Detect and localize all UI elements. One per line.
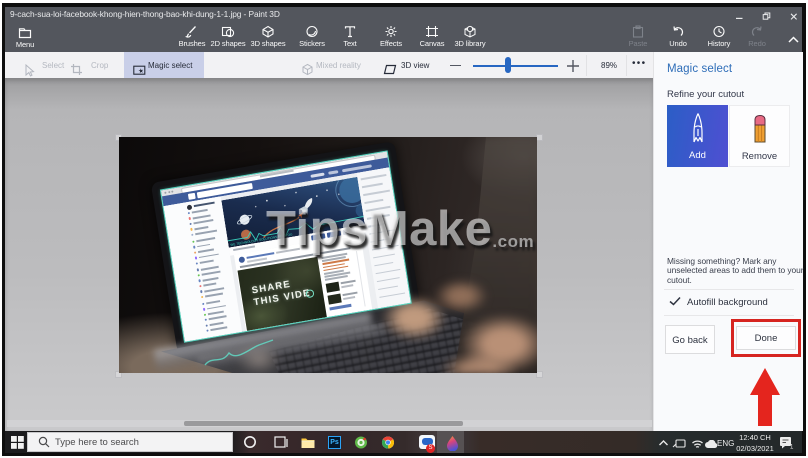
svg-text:1: 1	[790, 445, 794, 450]
